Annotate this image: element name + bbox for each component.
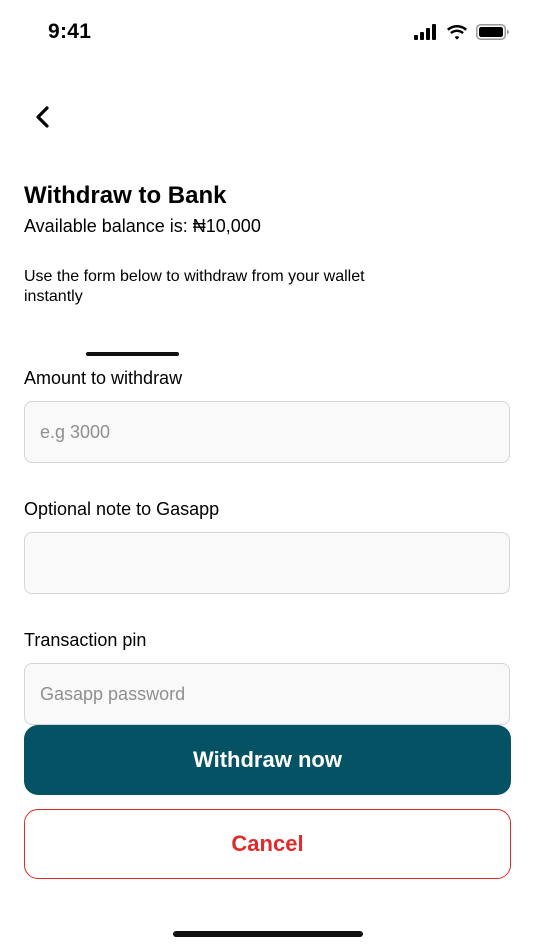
status-icons [414, 24, 510, 40]
home-indicator [173, 931, 363, 937]
withdraw-now-button[interactable]: Withdraw now [24, 725, 511, 795]
status-time: 9:41 [48, 20, 92, 43]
tab-indicator [86, 352, 179, 356]
chevron-left-icon [36, 106, 49, 128]
note-label: Optional note to Gasapp [24, 499, 220, 519]
page-title: Withdraw to Bank [24, 182, 227, 209]
wifi-icon [447, 25, 467, 40]
pin-input[interactable] [24, 663, 510, 725]
battery-icon [476, 24, 509, 40]
amount-label: Amount to withdraw [24, 368, 183, 388]
cancel-button[interactable]: Cancel [24, 809, 511, 879]
status-bar: 9:41 [0, 0, 534, 66]
pin-label: Transaction pin [24, 630, 147, 650]
cellular-signal-icon [414, 24, 436, 40]
amount-input[interactable] [24, 401, 510, 463]
page-description: Use the form below to withdraw from your… [24, 268, 365, 305]
available-balance: Available balance is: ₦10,000 [24, 216, 261, 236]
note-input[interactable] [24, 532, 510, 594]
back-button[interactable] [28, 102, 56, 132]
